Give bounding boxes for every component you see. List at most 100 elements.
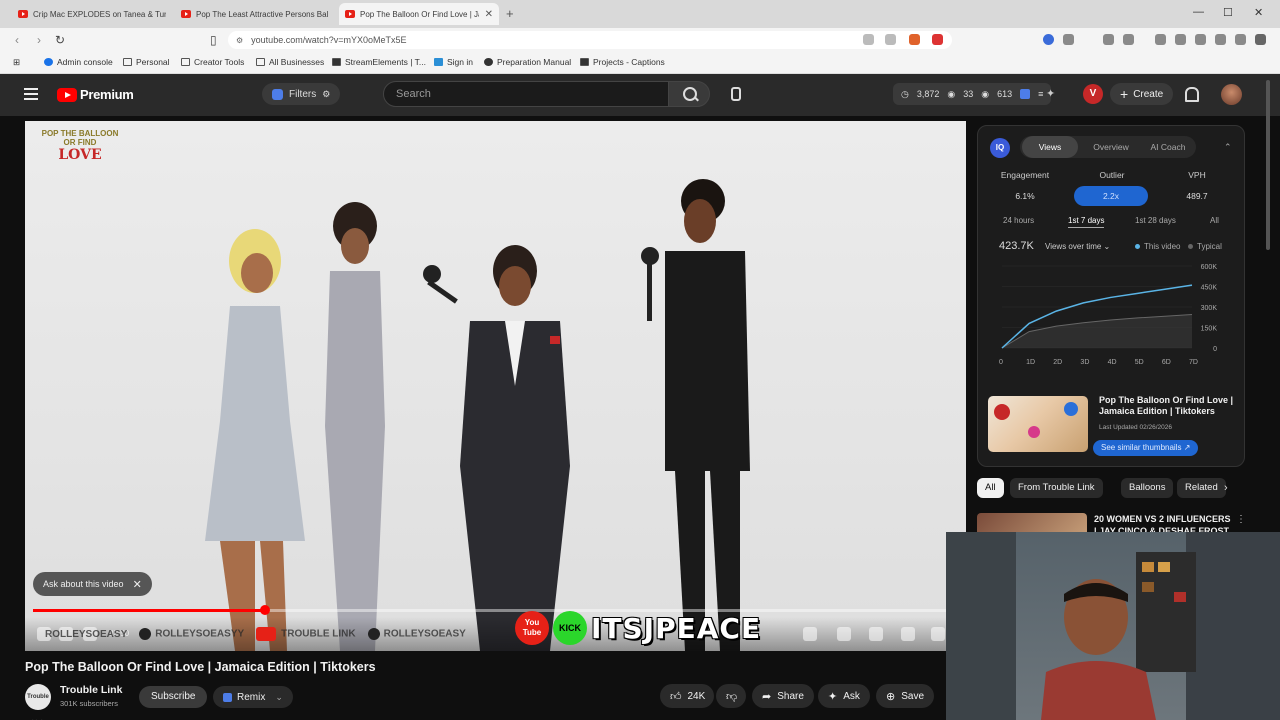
channel-avatar[interactable]: Trouble Link bbox=[25, 684, 51, 710]
captions-icon[interactable] bbox=[837, 627, 851, 641]
forward-icon[interactable]: › bbox=[37, 33, 41, 47]
chevron-up-icon[interactable]: ⌃ bbox=[1224, 142, 1232, 153]
brave-shield-icon[interactable] bbox=[909, 34, 920, 45]
fullscreen-icon[interactable] bbox=[931, 627, 945, 641]
remix-button[interactable]: Remix ⌄ bbox=[213, 686, 293, 708]
notifications-bell-icon[interactable] bbox=[1184, 86, 1199, 102]
minimize-icon[interactable]: — bbox=[1193, 6, 1204, 18]
x-tick-label: 6D bbox=[1162, 359, 1171, 366]
metric-value-vph[interactable]: 489.7 bbox=[1160, 186, 1234, 206]
range-1st-7-days[interactable]: 1st 7 days bbox=[1068, 216, 1105, 228]
apps-icon[interactable]: ⊞ bbox=[13, 57, 20, 68]
signin-icon bbox=[434, 58, 443, 66]
bookmark-item[interactable]: All Businesses bbox=[256, 57, 324, 67]
browser-tab-strip: Crip Mac EXPLODES on Tanea & Tur Pop The… bbox=[0, 0, 1280, 28]
close-tab-icon[interactable]: ✕ bbox=[485, 9, 493, 20]
range-24-hours[interactable]: 24 hours bbox=[1003, 216, 1034, 225]
metric-value-outlier[interactable]: 2.2x bbox=[1074, 186, 1148, 206]
google-icon bbox=[44, 58, 53, 66]
bookmark-item[interactable]: Preparation Manual bbox=[484, 57, 571, 67]
create-button[interactable]: + Create bbox=[1110, 83, 1174, 105]
extension-icon[interactable] bbox=[1063, 34, 1074, 45]
bookmark-item[interactable]: Admin console bbox=[44, 57, 113, 67]
microphone-icon[interactable] bbox=[722, 82, 746, 106]
ask-about-video-chip[interactable]: Ask about this video ✕ bbox=[33, 572, 152, 596]
tab-overview[interactable]: Overview bbox=[1082, 136, 1140, 158]
save-button[interactable]: ⊕ Save bbox=[876, 684, 935, 708]
install-icon[interactable] bbox=[863, 34, 874, 45]
extension-icon[interactable] bbox=[1195, 34, 1206, 45]
hamburger-menu-icon[interactable] bbox=[24, 88, 38, 100]
overlay-handle: TROUBLE LINK bbox=[256, 627, 356, 641]
extension-icon[interactable] bbox=[1043, 34, 1054, 45]
extension-icon[interactable] bbox=[1103, 34, 1114, 45]
clock-icon: ◷ bbox=[901, 88, 909, 99]
chip-related[interactable]: Related bbox=[1177, 478, 1226, 498]
bookmark-item[interactable]: StreamElements | T... bbox=[332, 57, 426, 67]
user-avatar[interactable] bbox=[1221, 84, 1242, 105]
filters-button[interactable]: Filters ⚙ bbox=[262, 83, 341, 105]
bookmark-item[interactable]: Creator Tools bbox=[181, 57, 244, 67]
theater-icon[interactable] bbox=[901, 627, 915, 641]
tab-views[interactable]: Views bbox=[1022, 136, 1078, 158]
new-tab-icon[interactable]: + bbox=[506, 6, 514, 21]
chip-balloons[interactable]: Balloons bbox=[1121, 478, 1174, 498]
vpn-icon[interactable] bbox=[1235, 34, 1246, 45]
sidebar-toggle-icon[interactable] bbox=[1175, 34, 1186, 45]
tab-ai-coach[interactable]: AI Coach bbox=[1142, 136, 1194, 158]
dislike-button[interactable]: 👎︎ bbox=[716, 684, 746, 708]
progress-bar[interactable] bbox=[33, 605, 958, 615]
extension-icon[interactable] bbox=[1215, 34, 1226, 45]
range-1st-28-days[interactable]: 1st 28 days bbox=[1135, 216, 1176, 225]
folder-icon bbox=[123, 58, 132, 66]
bookmark-item[interactable]: Sign in bbox=[434, 57, 473, 67]
stream-stats[interactable]: ◷ 3,872 ◉ 33 ◉ 613 ≡ bbox=[893, 83, 1052, 105]
streamer-overlay: You Tube KICK ITSJPEACE bbox=[515, 611, 761, 645]
metric-value-engagement[interactable]: 6.1% bbox=[988, 186, 1062, 206]
vidiq-player-icon[interactable] bbox=[803, 627, 817, 641]
chip-from-channel[interactable]: From Trouble Link bbox=[1010, 478, 1103, 498]
rewards-icon[interactable] bbox=[932, 34, 943, 45]
extension-icon[interactable] bbox=[1155, 34, 1166, 45]
close-window-icon[interactable]: ✕ bbox=[1254, 6, 1263, 19]
other-count: 613 bbox=[997, 89, 1013, 99]
site-info-icon[interactable]: ⚙ bbox=[236, 36, 243, 45]
progress-fill bbox=[33, 609, 266, 612]
extension-icon[interactable]: ✦ bbox=[1046, 87, 1055, 100]
search-button[interactable] bbox=[668, 81, 710, 107]
back-icon[interactable]: ‹ bbox=[15, 33, 19, 47]
views-over-time-dropdown[interactable]: Views over time ⌄ bbox=[1045, 242, 1110, 251]
subscribe-button[interactable]: Subscribe bbox=[139, 686, 208, 708]
youtube-logo[interactable]: Premium bbox=[57, 87, 134, 102]
range-all[interactable]: All bbox=[1210, 216, 1219, 225]
reload-icon[interactable]: ↻ bbox=[55, 33, 65, 47]
chevron-right-icon[interactable]: › bbox=[1224, 482, 1228, 494]
browser-tab-active[interactable]: Pop The Balloon Or Find Love | Jam ✕ bbox=[339, 3, 499, 25]
bookmark-item[interactable]: Personal bbox=[123, 57, 170, 67]
video-thumbnail[interactable] bbox=[988, 396, 1088, 452]
chip-all[interactable]: All bbox=[977, 478, 1004, 498]
video-player[interactable]: POP THE BALLOON OR FIND LOVE Ask about t… bbox=[25, 121, 966, 651]
omnibox[interactable]: ⚙ youtube.com/watch?v=mYX0oMeTx5E bbox=[228, 31, 952, 49]
share-page-icon[interactable] bbox=[885, 34, 896, 45]
like-button[interactable]: 👍︎ 24K bbox=[660, 684, 714, 708]
search-input[interactable]: Search bbox=[383, 81, 669, 107]
overlay-handle: ROLLEYSOEASY bbox=[45, 628, 128, 640]
share-button[interactable]: ➦ Share bbox=[752, 684, 814, 708]
ask-button[interactable]: ✦ Ask bbox=[818, 684, 870, 708]
bookmark-icon[interactable]: ▯ bbox=[210, 33, 217, 47]
page-scrollbar[interactable] bbox=[1266, 80, 1270, 250]
maximize-icon[interactable]: ☐ bbox=[1223, 6, 1233, 19]
v-badge-icon[interactable]: V bbox=[1083, 84, 1103, 104]
extension-icon[interactable] bbox=[1123, 34, 1134, 45]
more-options-icon[interactable]: ⋮ bbox=[1236, 514, 1246, 525]
menu-icon[interactable] bbox=[1255, 34, 1266, 45]
browser-tab[interactable]: Crip Mac EXPLODES on Tanea & Tur bbox=[12, 3, 172, 25]
close-icon[interactable]: ✕ bbox=[133, 578, 142, 591]
bookmark-item[interactable]: Projects - Captions bbox=[580, 57, 665, 67]
youtube-favicon-icon bbox=[345, 10, 355, 18]
settings-icon[interactable] bbox=[869, 627, 883, 641]
channel-name[interactable]: Trouble Link bbox=[60, 684, 122, 696]
browser-tab[interactable]: Pop The Least Attractive Persons Bal bbox=[175, 3, 335, 25]
see-similar-thumbnails-button[interactable]: See similar thumbnails ↗ bbox=[1093, 440, 1199, 456]
